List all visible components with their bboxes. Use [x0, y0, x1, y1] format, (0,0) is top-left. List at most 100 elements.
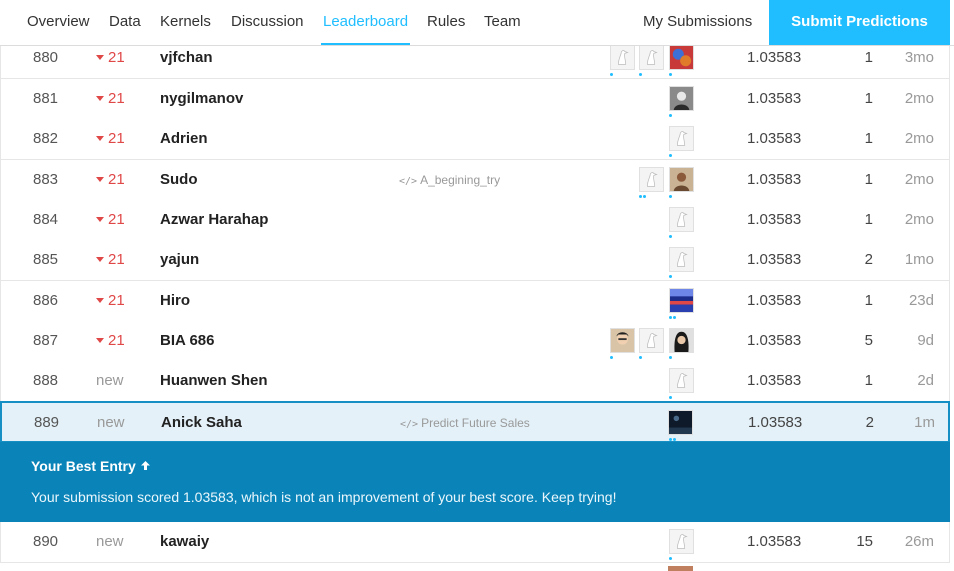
rank: 888 [33, 372, 59, 389]
team-name[interactable]: BIA 686 [160, 321, 214, 361]
tier-dots [669, 557, 673, 560]
kernel-link[interactable]: </> Predict Future Sales [400, 403, 530, 443]
score: 1.03583 [747, 372, 802, 389]
rank-change: new [97, 414, 125, 431]
default-avatar-icon[interactable] [669, 126, 694, 151]
team-name[interactable]: yajun [160, 240, 199, 280]
leaderboard-row[interactable]: 886 21 Hiro 1.03583 1 23d [0, 281, 950, 322]
caret-down-icon [96, 298, 104, 303]
tab-rules[interactable]: Rules [427, 0, 465, 45]
entries: 1 [864, 372, 873, 389]
leaderboard-row[interactable]: 888 new Huanwen Shen 1.03583 1 2d [0, 361, 950, 402]
caret-down-icon [96, 257, 104, 262]
last-submission: 2mo [904, 90, 934, 107]
default-avatar-icon[interactable] [669, 529, 694, 554]
leaderboard-row[interactable]: 883 21 Sudo </> A_begining_try 1.03583 1 … [0, 160, 950, 201]
caret-down-icon [96, 338, 104, 343]
team-name[interactable]: Adrien [160, 119, 208, 159]
default-avatar-icon[interactable] [639, 328, 664, 353]
submit-predictions-button[interactable]: Submit Predictions [769, 0, 950, 45]
rank: 889 [34, 414, 60, 431]
leaderboard-row[interactable]: 884 21 Azwar Harahap 1.03583 1 2mo [0, 200, 950, 241]
tab-team[interactable]: Team [484, 0, 521, 45]
arrow-up-icon [140, 458, 151, 474]
rank-change: 21 [96, 119, 125, 159]
dark-scene-avatar-icon[interactable] [668, 410, 693, 435]
person-avatar-icon[interactable] [669, 167, 694, 192]
score: 1.03583 [747, 90, 802, 107]
default-avatar-icon[interactable] [639, 45, 664, 70]
team-name[interactable]: Huanwen Shen [160, 361, 268, 401]
person-avatar-icon[interactable] [669, 86, 694, 111]
leaderboard-row[interactable]: 882 21 Adrien 1.03583 1 2mo [0, 119, 950, 160]
default-avatar-icon[interactable] [669, 207, 694, 232]
rank: 884 [33, 211, 59, 228]
rank-change: 21 [96, 79, 125, 119]
my-submissions-link[interactable]: My Submissions [643, 0, 752, 45]
code-icon: </> [400, 419, 419, 430]
tab-data[interactable]: Data [109, 0, 141, 45]
team-name[interactable]: Hiro [160, 281, 190, 321]
caret-down-icon [96, 136, 104, 141]
team-name[interactable]: Azwar Harahap [160, 200, 268, 240]
rank: 886 [33, 292, 59, 309]
default-avatar-icon[interactable] [610, 45, 635, 70]
tab-leaderboard[interactable]: Leaderboard [320, 0, 411, 45]
banner-message: Your submission scored 1.03583, which is… [31, 489, 617, 505]
rank-change: new [96, 372, 124, 389]
team-name[interactable]: Sudo [160, 160, 198, 200]
tab-discussion[interactable]: Discussion [231, 0, 304, 45]
caret-down-icon [96, 217, 104, 222]
rank: 890 [33, 533, 59, 550]
entries: 1 [864, 292, 873, 309]
entries: 15 [856, 533, 873, 550]
last-submission: 2mo [904, 211, 934, 228]
entries: 1 [864, 171, 873, 188]
rank-change: 21 [96, 160, 125, 200]
rank: 887 [33, 332, 59, 349]
entries: 2 [864, 251, 873, 268]
team-name[interactable]: kawaiy [160, 522, 209, 562]
score: 1.03583 [747, 533, 802, 550]
rank: 885 [33, 251, 59, 268]
tier-dots [610, 73, 614, 76]
person-avatar-icon[interactable] [669, 328, 694, 353]
leaderboard-row-own[interactable]: 889 new Anick Saha </> Predict Future Sal… [0, 401, 950, 443]
default-avatar-icon[interactable] [669, 368, 694, 393]
leaderboard-row[interactable]: 890 new kawaiy 1.03583 15 26m [0, 522, 950, 563]
tier-dots [610, 356, 614, 359]
last-submission: 26m [904, 533, 934, 550]
code-icon: </> [399, 176, 418, 187]
leaderboard-row[interactable]: 881 21 nygilmanov 1.03583 1 2mo [0, 79, 950, 120]
rank-change: 21 [96, 281, 125, 321]
person-avatar-icon[interactable] [610, 328, 635, 353]
last-submission: 2d [917, 372, 934, 389]
kernel-link[interactable]: </> A_begining_try [399, 160, 500, 200]
colorful-avatar-icon[interactable] [669, 45, 694, 70]
team-name[interactable]: nygilmanov [160, 79, 243, 119]
score: 1.03583 [747, 171, 802, 188]
tier-dots [669, 114, 673, 117]
tier-dots [669, 316, 677, 319]
banner-title: Your Best Entry [31, 458, 151, 474]
last-submission: 23d [908, 292, 934, 309]
tier-dots [669, 235, 673, 238]
landscape-avatar-icon[interactable] [669, 288, 694, 313]
tab-kernels[interactable]: Kernels [160, 0, 211, 45]
tab-overview[interactable]: Overview [27, 0, 90, 45]
leaderboard-row[interactable]: 887 21 BIA 686 1.03583 5 9d [0, 321, 950, 362]
default-avatar-icon[interactable] [639, 167, 664, 192]
default-avatar-icon[interactable] [669, 247, 694, 272]
caret-down-icon [96, 96, 104, 101]
tier-dots [639, 356, 643, 359]
rank: 881 [33, 90, 59, 107]
rank: 883 [33, 171, 59, 188]
caret-down-icon [96, 55, 104, 60]
leaderboard-row[interactable]: 885 21 yajun 1.03583 2 1mo [0, 240, 950, 281]
team-name[interactable]: Anick Saha [161, 403, 242, 443]
last-submission: 1mo [904, 251, 934, 268]
rank-change: 21 [96, 200, 125, 240]
tier-dots [669, 195, 673, 198]
tier-dots [669, 275, 673, 278]
tier-dots [669, 154, 673, 157]
